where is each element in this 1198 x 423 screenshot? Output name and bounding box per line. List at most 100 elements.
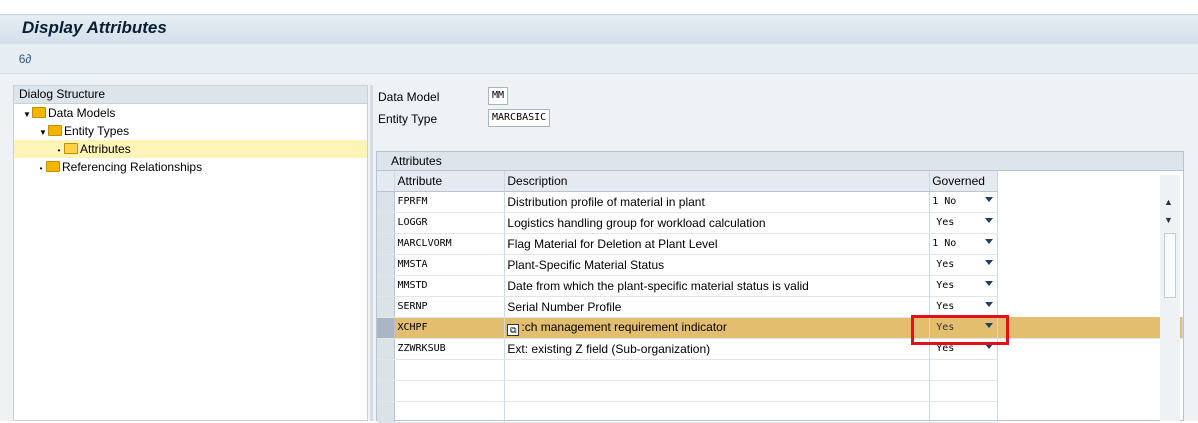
table-row[interactable]: MARCLVORM Flag Material for Deletion at … [377, 233, 1183, 255]
row-selector[interactable] [377, 212, 396, 234]
governed-value: Yes [936, 280, 955, 291]
description-cell: Logistics handling group for workload ca… [504, 212, 931, 234]
open-folder-icon [64, 143, 78, 154]
scroll-thumb[interactable] [1164, 233, 1176, 298]
attribute-cell: ZZWRKSUB [394, 338, 506, 360]
empty-row [377, 380, 1183, 402]
attribute-cell: MMSTD [394, 275, 506, 297]
empty-cell [394, 359, 506, 381]
entity-type-field[interactable]: MARCBASIC [488, 109, 551, 127]
empty-cell [998, 296, 1183, 317]
empty-cell [998, 191, 1183, 212]
row-selector[interactable] [377, 254, 396, 276]
dropdown-arrow-icon[interactable] [985, 238, 994, 244]
empty-cell [998, 359, 1183, 380]
select-all-cell[interactable] [377, 171, 396, 192]
attribute-cell: FPRFM [394, 191, 506, 213]
attribute-cell[interactable]: XCHPF [394, 317, 506, 339]
detail-panel: Data Model MM Entity Type MARCBASIC Attr… [374, 74, 1198, 423]
description-cell: Plant-Specific Material Status [504, 254, 931, 276]
empty-cell [504, 380, 931, 402]
row-selector[interactable] [377, 401, 396, 423]
table-header-row: Attribute Description Governed [377, 171, 1183, 192]
tree-item-entity-types[interactable]: ▼ Entity Types [14, 122, 367, 140]
column-header-governed[interactable]: Governed [929, 171, 999, 192]
attributes-table: Attribute Description Governed FPRFM Dis… [377, 171, 1183, 423]
empty-cell [998, 212, 1183, 233]
dropdown-arrow-icon[interactable] [985, 259, 994, 265]
empty-row [377, 401, 1183, 423]
tree-item-attributes[interactable]: • Attributes [14, 140, 367, 158]
governed-value: 1 No [932, 238, 957, 249]
governed-dropdown[interactable]: Yes [929, 254, 999, 276]
column-header-description[interactable]: Description [504, 171, 931, 192]
governed-dropdown[interactable]: Yes [929, 296, 999, 318]
description-cell: Serial Number Profile [504, 296, 931, 318]
data-model-field[interactable]: MM [488, 87, 509, 105]
empty-cell [997, 317, 1183, 339]
dropdown-arrow-icon[interactable] [985, 301, 994, 307]
governed-value: Yes [936, 217, 955, 228]
table-row[interactable]: FPRFM Distribution profile of material i… [377, 191, 1183, 213]
description-cell: Distribution profile of material in plan… [504, 191, 931, 213]
table-row[interactable]: ZZWRKSUB Ext: existing Z field (Sub-orga… [377, 338, 1183, 360]
row-selector[interactable] [377, 380, 396, 402]
row-selector[interactable] [377, 359, 396, 381]
tree-item-referencing-relationships[interactable]: • Referencing Relationships [14, 158, 367, 176]
toolbar: 6∂ [0, 44, 1198, 74]
row-selector[interactable] [377, 296, 396, 318]
attribute-cell: MARCLVORM [394, 233, 506, 255]
row-selector[interactable] [377, 317, 396, 339]
governed-dropdown[interactable]: 1 No [929, 191, 999, 213]
attributes-table-container: Attributes Attribute Description Governe… [376, 151, 1184, 423]
glasses-pencil-icon[interactable]: 6∂ [15, 50, 35, 68]
empty-cell [929, 359, 999, 381]
page-title: Display Attributes [22, 18, 167, 37]
folder-icon [48, 125, 62, 136]
table-row-selected[interactable]: XCHPF ⧉:ch management requirement indica… [377, 317, 1183, 339]
governed-value: Yes [936, 301, 955, 312]
tree-header: Dialog Structure [14, 86, 367, 104]
empty-cell [394, 401, 506, 423]
tree-item-data-models[interactable]: ▼ Data Models [14, 104, 367, 122]
empty-cell [394, 380, 506, 402]
tree-item-label: Attributes [80, 142, 131, 156]
empty-cell [998, 401, 1183, 422]
table-row[interactable]: MMSTA Plant-Specific Material Status Yes [377, 254, 1183, 276]
empty-cell [998, 233, 1183, 254]
empty-cell [504, 401, 931, 423]
dropdown-arrow-icon[interactable] [985, 217, 994, 223]
bullet-icon: • [39, 164, 43, 173]
entity-type-row: Entity Type MARCBASIC [378, 109, 618, 129]
row-selector[interactable] [377, 233, 396, 255]
governed-dropdown[interactable]: Yes [929, 212, 999, 234]
scroll-up-icon[interactable]: ▲ [1164, 197, 1173, 207]
governed-dropdown[interactable]: Yes [929, 275, 999, 297]
empty-cell [998, 254, 1183, 275]
empty-cell [998, 380, 1183, 401]
panel-splitter[interactable] [370, 85, 373, 421]
entity-type-label: Entity Type [378, 112, 438, 126]
vertical-scrollbar[interactable]: ▲ ▼ [1160, 175, 1180, 421]
title-bar: Display Attributes [0, 14, 1198, 44]
row-selector[interactable] [377, 338, 396, 360]
tree-item-label: Entity Types [64, 124, 130, 138]
table-row[interactable]: MMSTD Date from which the plant-specific… [377, 275, 1183, 297]
table-row[interactable]: LOGGR Logistics handling group for workl… [377, 212, 1183, 234]
row-selector[interactable] [377, 191, 396, 213]
dropdown-arrow-icon[interactable] [985, 280, 994, 286]
description-cell: Flag Material for Deletion at Plant Leve… [504, 233, 931, 255]
empty-cell [998, 338, 1183, 359]
row-selector[interactable] [377, 275, 396, 297]
attribute-cell: SERNP [394, 296, 506, 318]
dialog-structure-panel: Dialog Structure ▼ Data Models ▼ Entity Ty… [13, 85, 368, 421]
dropdown-arrow-icon[interactable] [985, 196, 994, 202]
attribute-cell: MMSTA [394, 254, 506, 276]
empty-row [377, 359, 1183, 381]
governed-dropdown[interactable]: 1 No [929, 233, 999, 255]
scroll-down-icon[interactable]: ▼ [1164, 215, 1173, 225]
tree-item-label: Referencing Relationships [62, 160, 203, 174]
description-cell: ⧉:ch management requirement indicator [504, 317, 931, 339]
table-row[interactable]: SERNP Serial Number Profile Yes [377, 296, 1183, 318]
column-header-attribute[interactable]: Attribute [394, 171, 506, 192]
